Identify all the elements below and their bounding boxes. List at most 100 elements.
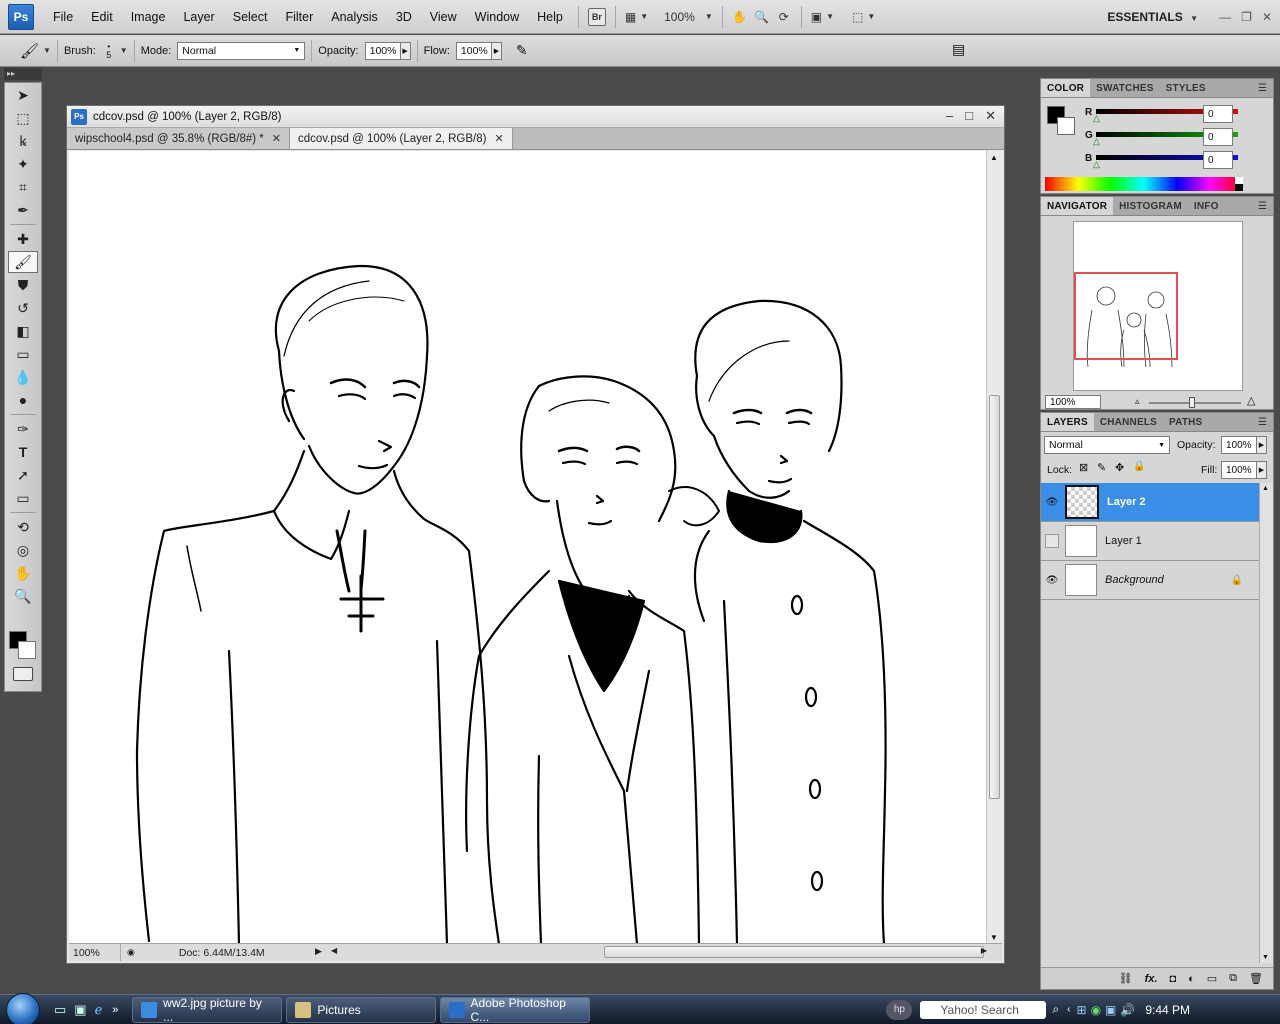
- lasso-tool-icon[interactable]: ꝃ: [8, 130, 38, 152]
- path-selection-tool-icon[interactable]: ➚: [8, 464, 38, 486]
- tab-swatches[interactable]: SWATCHES: [1090, 79, 1160, 97]
- vertical-scrollbar[interactable]: ▲ ▼: [986, 151, 1002, 944]
- slider-marker-icon[interactable]: △: [1093, 136, 1100, 147]
- layers-scrollbar[interactable]: ▲ ▼: [1259, 483, 1273, 963]
- type-tool-icon[interactable]: T: [8, 441, 38, 463]
- taskbar-task-pictures[interactable]: Pictures: [286, 996, 437, 1023]
- brush-picker[interactable]: • 5: [102, 42, 116, 59]
- view-extras-button[interactable]: ▦ ▼: [622, 6, 651, 28]
- close-icon[interactable]: ✕: [494, 132, 503, 145]
- close-icon[interactable]: ✕: [985, 108, 996, 124]
- menu-image[interactable]: Image: [122, 0, 175, 34]
- lock-all-icon[interactable]: 🔒: [1133, 461, 1145, 472]
- internet-explorer-icon[interactable]: ℯ: [95, 1002, 103, 1018]
- background-color-swatch[interactable]: [18, 641, 36, 659]
- maximize-icon[interactable]: □: [965, 108, 973, 124]
- layer-row-background[interactable]: 👁 Background 🔒: [1041, 561, 1259, 600]
- tab-info[interactable]: INFO: [1188, 197, 1225, 215]
- tools-panel-collapse[interactable]: ▸▸: [4, 68, 42, 80]
- 3d-rotate-tool-icon[interactable]: ⟲: [8, 516, 38, 538]
- zoom-tool-button[interactable]: 🔍: [751, 6, 773, 28]
- airbrush-toggle-icon[interactable]: ✎: [516, 42, 528, 59]
- visibility-toggle-empty[interactable]: [1045, 534, 1059, 548]
- eyedropper-tool-icon[interactable]: ✒: [8, 199, 38, 221]
- vertical-scroll-thumb[interactable]: [989, 395, 1000, 799]
- tab-styles[interactable]: STYLES: [1160, 79, 1212, 97]
- scroll-right-icon[interactable]: ▶: [981, 946, 987, 955]
- clone-stamp-tool-icon[interactable]: ⛊: [8, 274, 38, 296]
- menu-edit[interactable]: Edit: [82, 0, 122, 34]
- flow-slider-toggle[interactable]: ▶: [491, 41, 502, 60]
- move-tool-icon[interactable]: ➤: [8, 84, 38, 106]
- navigator-zoom-slider[interactable]: [1149, 402, 1241, 404]
- menu-help[interactable]: Help: [528, 0, 572, 34]
- restore-icon[interactable]: ❐: [1241, 0, 1252, 34]
- brush-tool-icon[interactable]: 🖌: [8, 251, 38, 273]
- healing-brush-tool-icon[interactable]: ✚: [8, 228, 38, 250]
- tab-color[interactable]: COLOR: [1041, 79, 1091, 97]
- b-value-input[interactable]: 0: [1203, 151, 1233, 169]
- rotate-view-button[interactable]: ⟳: [773, 6, 795, 28]
- menu-file[interactable]: File: [44, 0, 82, 34]
- scroll-left-icon[interactable]: ◀: [331, 946, 337, 955]
- hand-tool-button[interactable]: ✋: [729, 6, 751, 28]
- 3d-orbit-tool-icon[interactable]: ◎: [8, 539, 38, 561]
- clock[interactable]: 9:44 PM: [1145, 1003, 1190, 1017]
- brush-tool-preset-icon[interactable]: 🖌: [20, 42, 39, 60]
- screen-mode-button[interactable]: ⬚ ▼: [849, 6, 878, 28]
- layer-row-layer-1[interactable]: Layer 1: [1041, 522, 1259, 561]
- pen-tool-icon[interactable]: ✑: [8, 418, 38, 440]
- menu-view[interactable]: View: [421, 0, 466, 34]
- tab-navigator[interactable]: NAVIGATOR: [1041, 197, 1114, 215]
- yahoo-search-input[interactable]: Yahoo! Search: [920, 1000, 1047, 1019]
- layer-opacity-slider-toggle[interactable]: ▶: [1257, 436, 1267, 454]
- menu-window[interactable]: Window: [466, 0, 528, 34]
- magic-wand-tool-icon[interactable]: ✦: [8, 153, 38, 175]
- layer-style-button[interactable]: fx.: [1145, 973, 1158, 985]
- panel-menu-icon[interactable]: ☰: [1258, 79, 1273, 97]
- slider-marker-icon[interactable]: △: [1093, 113, 1100, 124]
- color-background-swatch[interactable]: [1057, 117, 1075, 135]
- zoom-out-icon[interactable]: ▵: [1135, 396, 1140, 407]
- layer-opacity-input[interactable]: 100%: [1221, 436, 1257, 454]
- new-group-icon[interactable]: ▭: [1207, 972, 1217, 985]
- canvas[interactable]: [69, 151, 987, 944]
- bridge-button[interactable]: Br: [585, 6, 609, 28]
- scroll-down-icon[interactable]: ▼: [1262, 954, 1269, 961]
- arrange-documents-button[interactable]: ▣ ▼: [808, 6, 837, 28]
- spectrum-white-swatch[interactable]: [1235, 177, 1243, 184]
- fill-slider-toggle[interactable]: ▶: [1257, 461, 1267, 479]
- color-spectrum-bar[interactable]: [1045, 177, 1243, 191]
- opacity-slider-toggle[interactable]: ▶: [400, 41, 411, 60]
- minimize-icon[interactable]: —: [1219, 0, 1231, 34]
- g-value-input[interactable]: 0: [1203, 128, 1233, 146]
- navigator-zoom-input[interactable]: 100%: [1045, 395, 1101, 409]
- lock-pixels-icon[interactable]: ✎: [1097, 461, 1106, 474]
- hp-logo-icon[interactable]: hp: [886, 999, 913, 1020]
- tab-layers[interactable]: LAYERS: [1041, 413, 1094, 431]
- visibility-eye-icon[interactable]: 👁: [1041, 497, 1063, 508]
- flow-input[interactable]: 100%: [455, 41, 492, 60]
- tab-paths[interactable]: PATHS: [1163, 413, 1208, 431]
- menu-layer[interactable]: Layer: [174, 0, 223, 34]
- new-layer-icon[interactable]: ⧉: [1229, 972, 1237, 985]
- network-icon[interactable]: ⊞: [1077, 1003, 1087, 1017]
- mode-select[interactable]: Normal ▼: [177, 41, 306, 60]
- navigator-view-frame[interactable]: [1074, 272, 1178, 360]
- show-desktop-icon[interactable]: ▭: [54, 1002, 66, 1018]
- menu-filter[interactable]: Filter: [276, 0, 322, 34]
- marquee-tool-icon[interactable]: ⬚: [8, 107, 38, 129]
- close-icon[interactable]: ✕: [1262, 0, 1272, 34]
- menu-select[interactable]: Select: [224, 0, 277, 34]
- panel-menu-icon[interactable]: ☰: [1258, 413, 1273, 431]
- zoom-in-icon[interactable]: △: [1247, 394, 1255, 407]
- menu-analysis[interactable]: Analysis: [322, 0, 387, 34]
- blend-mode-select[interactable]: Normal ▼: [1044, 436, 1170, 454]
- workspace-switcher[interactable]: ESSENTIALS ▼: [1107, 0, 1198, 36]
- search-icon[interactable]: ⌕: [1052, 1002, 1059, 1017]
- fill-input[interactable]: 100%: [1221, 461, 1257, 479]
- crop-tool-icon[interactable]: ⌗: [8, 176, 38, 198]
- opacity-input[interactable]: 100%: [364, 41, 401, 60]
- tab-cdcov[interactable]: cdcov.psd @ 100% (Layer 2, RGB/8) ✕: [289, 128, 513, 149]
- navigator-thumbnail[interactable]: [1073, 221, 1243, 391]
